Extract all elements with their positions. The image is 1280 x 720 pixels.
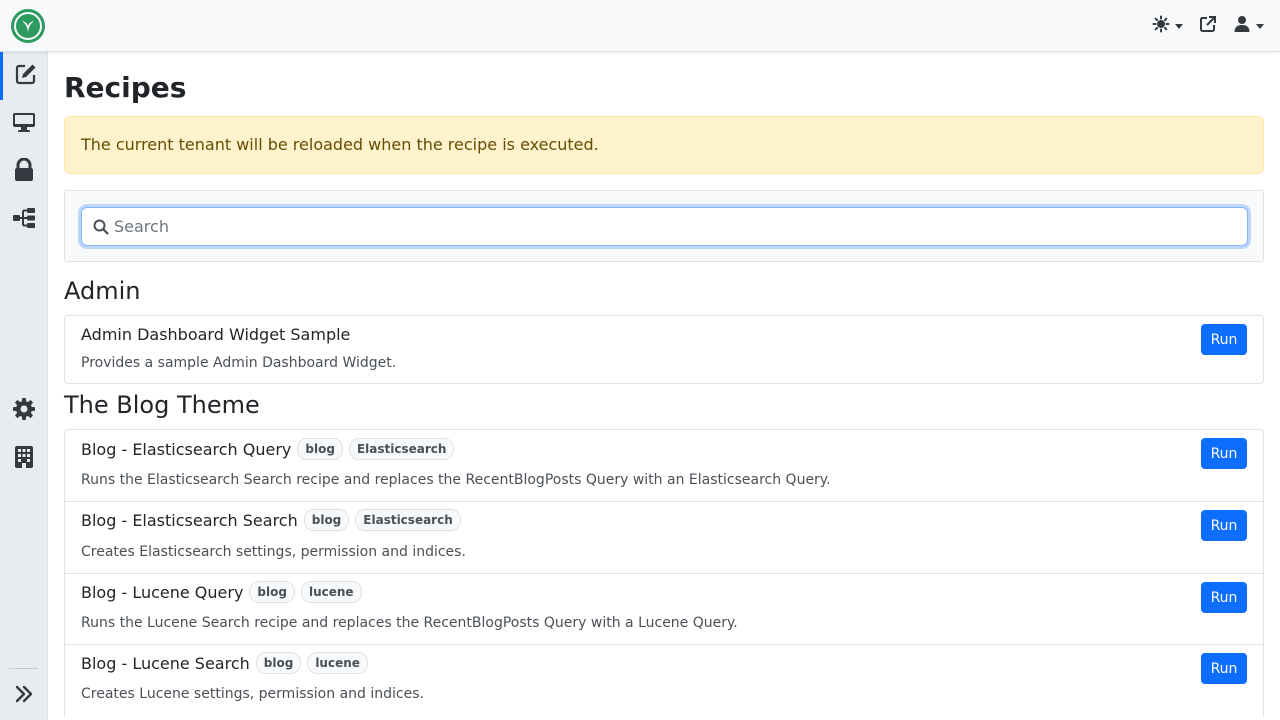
recipe-name: Blog - Lucene Search — [81, 653, 250, 673]
sidebar-item-content[interactable] — [0, 52, 48, 100]
left-sidebar — [0, 52, 48, 720]
recipe-name: Blog - Elasticsearch Query — [81, 439, 292, 459]
list-item: Admin Dashboard Widget Sample Provides a… — [65, 316, 1263, 383]
user-icon — [1233, 15, 1251, 37]
user-menu-button[interactable] — [1225, 0, 1280, 52]
recipe-list-blog-theme: Blog - Elasticsearch Query blog Elastics… — [64, 429, 1264, 716]
alert-text: The current tenant will be reloaded when… — [81, 135, 599, 154]
recipe-description: Runs the Lucene Search recipe and replac… — [81, 615, 738, 631]
tag-badge: Elasticsearch — [355, 509, 461, 531]
sidebar-item-structure[interactable] — [0, 196, 48, 244]
recipe-name: Blog - Lucene Query — [81, 582, 244, 602]
building-icon — [14, 445, 34, 473]
gear-icon — [12, 397, 36, 425]
group-title-blog-theme: The Blog Theme — [64, 391, 260, 419]
chevron-down-icon — [1256, 23, 1264, 29]
run-button[interactable]: Run — [1201, 324, 1247, 355]
sidebar-item-security[interactable] — [0, 148, 48, 196]
sidebar-item-tenants[interactable] — [0, 435, 48, 483]
tag-badge: blog — [249, 581, 295, 603]
list-item: Blog - Elasticsearch Search blog Elastic… — [65, 501, 1263, 573]
run-button[interactable]: Run — [1201, 653, 1247, 684]
lock-icon — [13, 157, 35, 186]
recipe-description: Provides a sample Admin Dashboard Widget… — [81, 355, 397, 371]
run-button[interactable]: Run — [1201, 438, 1247, 469]
orchard-logo-icon[interactable] — [11, 9, 45, 43]
recipe-description: Creates Lucene settings, permission and … — [81, 686, 424, 702]
theme-toggle-button[interactable] — [1144, 0, 1191, 52]
visit-site-button[interactable] — [1191, 0, 1225, 52]
sidebar-item-design[interactable] — [0, 100, 48, 148]
list-item: Blog - Elasticsearch Query blog Elastics… — [65, 430, 1263, 501]
run-button[interactable]: Run — [1201, 582, 1247, 613]
search-icon — [93, 219, 109, 239]
tag-badge: lucene — [300, 581, 362, 603]
sidebar-toggle-button[interactable] — [0, 672, 48, 720]
tag-badge: Elasticsearch — [348, 438, 455, 460]
tag-badge: lucene — [307, 652, 368, 674]
pen-to-square-icon — [14, 62, 38, 90]
search-input[interactable] — [114, 208, 1234, 245]
recipe-name: Admin Dashboard Widget Sample — [81, 325, 351, 344]
sidebar-divider — [9, 668, 38, 669]
search-box — [81, 207, 1248, 246]
list-item: Blog - Lucene Query blog lucene Runs the… — [65, 573, 1263, 644]
tenant-reload-alert: The current tenant will be reloaded when… — [64, 116, 1264, 174]
sidebar-item-configuration[interactable] — [0, 387, 48, 435]
external-link-icon — [1199, 15, 1217, 37]
theme-toggle-icon — [1152, 15, 1170, 37]
tag-badge: blog — [297, 438, 343, 460]
search-panel — [64, 190, 1264, 262]
chevron-down-icon — [1175, 23, 1183, 29]
sitemap-icon — [12, 206, 36, 234]
run-button[interactable]: Run — [1201, 510, 1247, 541]
tag-badge: blog — [303, 509, 350, 531]
tag-badge: blog — [255, 652, 302, 674]
list-item: Blog - Lucene Search blog lucene Creates… — [65, 644, 1263, 716]
group-title-admin: Admin — [64, 277, 141, 305]
double-chevron-right-icon — [14, 684, 34, 708]
recipe-name: Blog - Elasticsearch Search — [81, 510, 298, 530]
recipe-description: Runs the Elasticsearch Search recipe and… — [81, 472, 831, 488]
recipe-description: Creates Elasticsearch settings, permissi… — [81, 544, 466, 560]
desktop-icon — [12, 110, 36, 138]
recipe-list-admin: Admin Dashboard Widget Sample Provides a… — [64, 315, 1264, 384]
top-navbar — [0, 0, 1280, 52]
page-title: Recipes — [64, 71, 187, 104]
